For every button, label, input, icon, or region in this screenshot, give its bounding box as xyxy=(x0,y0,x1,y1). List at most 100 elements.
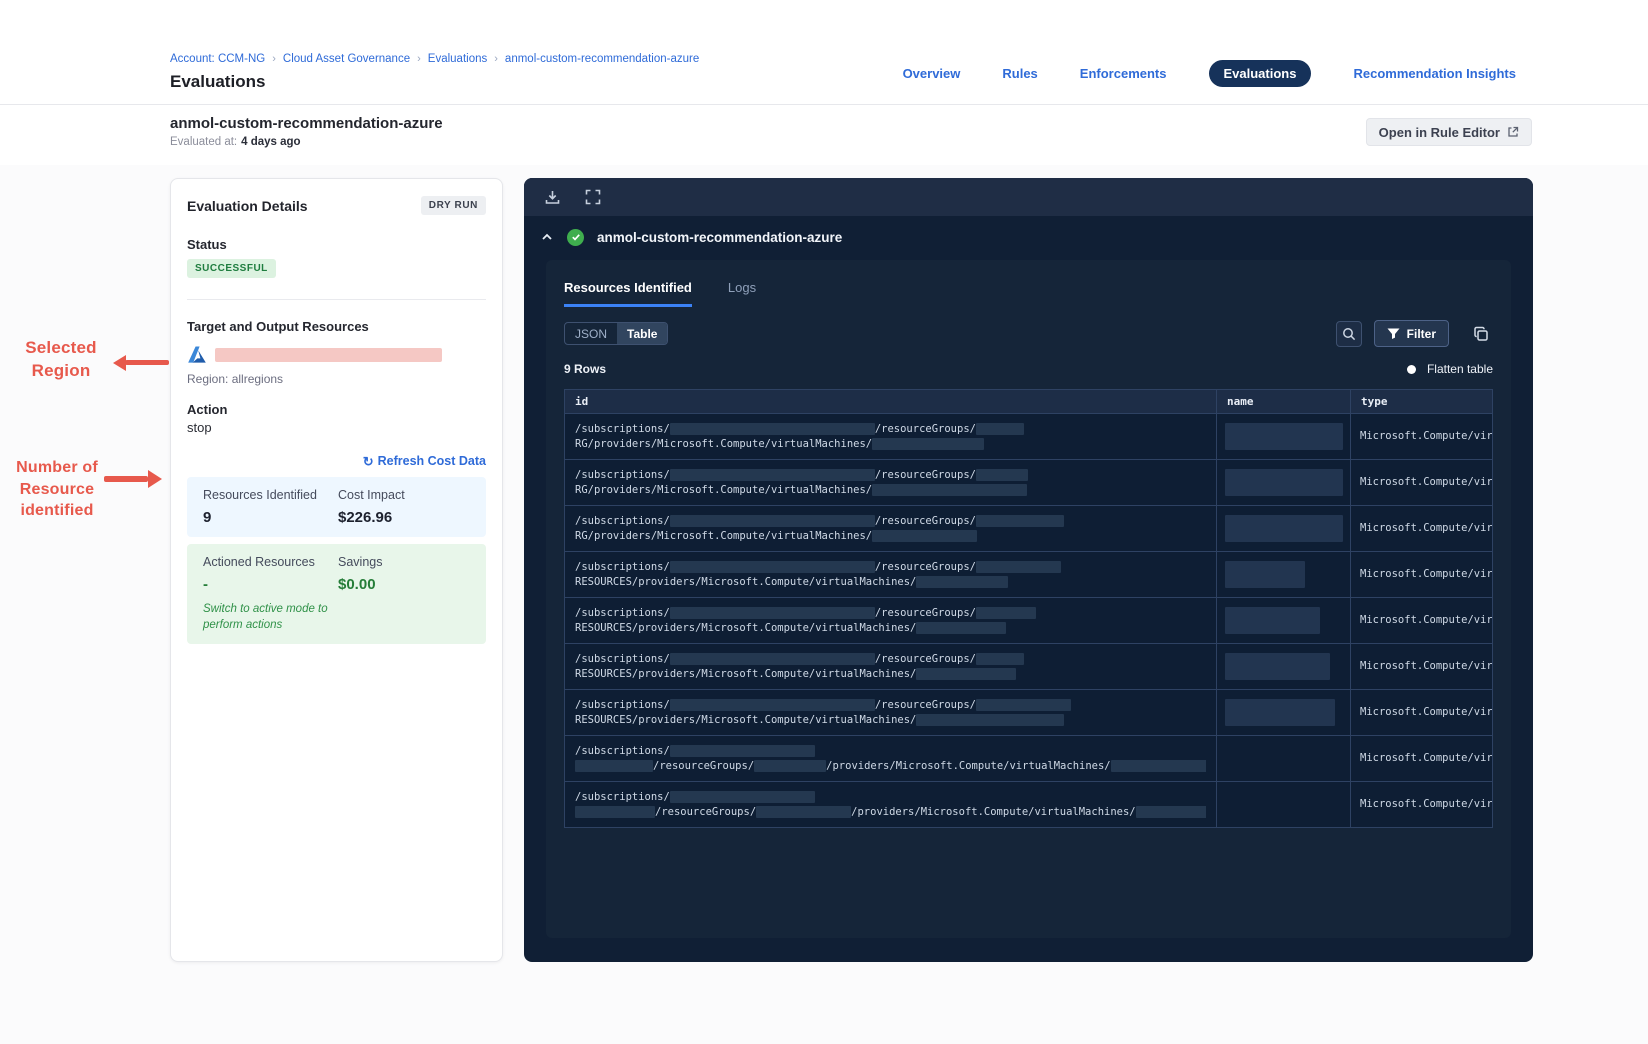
cost-impact-value: $226.96 xyxy=(338,509,393,526)
dry-run-badge: DRY RUN xyxy=(420,196,486,215)
annotation-selected-region: Selected Region xyxy=(25,338,97,380)
cell-type: Microsoft.Compute/virtu xyxy=(1360,798,1492,810)
results-inner-panel: Resources Identified Logs JSON Table Fil… xyxy=(546,260,1511,938)
view-toggle-json[interactable]: JSON xyxy=(565,323,617,344)
breadcrumb: Account: CCM-NG › Cloud Asset Governance › E… xyxy=(170,53,699,65)
redacted-text xyxy=(1135,805,1206,818)
download-icon[interactable] xyxy=(544,189,561,206)
cell-type: Microsoft.Compute/virtu xyxy=(1360,660,1492,672)
table-header: id name type xyxy=(565,390,1492,413)
cell-type: Microsoft.Compute/virtu xyxy=(1360,476,1492,488)
evaluated-at: Evaluated at: 4 days ago xyxy=(170,136,301,148)
tab-recommendation-insights[interactable]: Recommendation Insights xyxy=(1353,66,1516,81)
results-table-body: /subscriptions//resourceGroups/RG/provid… xyxy=(565,413,1492,827)
results-tabs: Resources Identified Logs xyxy=(564,260,1493,307)
cell-type: Microsoft.Compute/virtu xyxy=(1360,522,1492,534)
redacted-text xyxy=(756,805,852,818)
cell-name xyxy=(1217,552,1351,597)
cell-id: /subscriptions//resourceGroups/RESOURCES… xyxy=(565,598,1217,643)
redacted-text xyxy=(872,483,1028,496)
flatten-table-label: Flatten table xyxy=(1426,362,1493,376)
breadcrumb-separator: › xyxy=(272,53,276,65)
redacted-name xyxy=(1225,607,1320,634)
table-row: /subscriptions//resourceGroups/RESOURCES… xyxy=(565,551,1492,597)
redacted-text xyxy=(575,805,655,818)
table-row: /subscriptions//resourceGroups/RG/provid… xyxy=(565,505,1492,551)
table-row: /subscriptions//resourceGroups/RESOURCES… xyxy=(565,643,1492,689)
cell-name xyxy=(1217,736,1351,781)
redacted-text xyxy=(975,469,1028,481)
view-toggle: JSON Table xyxy=(564,322,669,345)
tab-overview[interactable]: Overview xyxy=(903,66,961,81)
redacted-text xyxy=(669,423,875,435)
header-divider xyxy=(0,104,1648,105)
redacted-text xyxy=(975,699,1071,711)
savings-value: $0.00 xyxy=(338,576,376,593)
redacted-text xyxy=(669,699,875,711)
breadcrumb-evaluations[interactable]: Evaluations xyxy=(428,53,487,65)
cell-id: /subscriptions//resourceGroups//provider… xyxy=(565,782,1217,827)
tab-logs[interactable]: Logs xyxy=(728,280,756,307)
column-header-type: type xyxy=(1361,395,1388,408)
search-button[interactable] xyxy=(1335,320,1362,347)
redacted-text xyxy=(916,621,1007,634)
target-resources-label: Target and Output Resources xyxy=(187,319,369,334)
subscription-redacted-bar xyxy=(215,348,442,362)
open-rule-editor-button[interactable]: Open in Rule Editor xyxy=(1365,118,1532,146)
redacted-name xyxy=(1225,699,1335,726)
redacted-text xyxy=(916,713,1065,726)
filter-button[interactable]: Filter xyxy=(1373,320,1449,347)
view-toggle-table[interactable]: Table xyxy=(617,323,668,344)
cell-name xyxy=(1217,644,1351,689)
azure-icon xyxy=(187,345,207,365)
redacted-text xyxy=(872,437,985,450)
breadcrumb-governance[interactable]: Cloud Asset Governance xyxy=(283,53,410,65)
cell-name xyxy=(1217,782,1351,827)
breadcrumb-account[interactable]: Account: CCM-NG xyxy=(170,53,265,65)
region-value: Region: allregions xyxy=(187,372,284,386)
cell-type: Microsoft.Compute/virtu xyxy=(1360,568,1492,580)
table-row: /subscriptions//resourceGroups/RG/provid… xyxy=(565,459,1492,505)
tab-enforcements[interactable]: Enforcements xyxy=(1080,66,1167,81)
tab-rules[interactable]: Rules xyxy=(1002,66,1037,81)
resources-identified-value: 9 xyxy=(203,509,212,526)
breadcrumb-rule-name[interactable]: anmol-custom-recommendation-azure xyxy=(505,53,699,65)
evaluation-title: anmol-custom-recommendation-azure xyxy=(170,115,443,132)
evaluated-at-value: 4 days ago xyxy=(241,136,301,148)
collapse-chevron-icon[interactable] xyxy=(540,230,554,244)
tab-resources-identified[interactable]: Resources Identified xyxy=(564,280,692,307)
external-link-icon xyxy=(1507,126,1519,138)
actioned-savings-box: Actioned Resources - Savings $0.00 Switc… xyxy=(187,544,486,645)
redacted-text xyxy=(975,561,1061,573)
cell-id: /subscriptions//resourceGroups/RESOURCES… xyxy=(565,644,1217,689)
resources-table: id name type /subscriptions//resourceGro… xyxy=(564,389,1493,828)
redacted-name xyxy=(1225,561,1305,588)
action-value: stop xyxy=(187,420,212,435)
breadcrumb-separator: › xyxy=(417,53,421,65)
table-row: /subscriptions//resourceGroups/RESOURCES… xyxy=(565,597,1492,643)
fullscreen-icon[interactable] xyxy=(585,189,601,205)
refresh-cost-data-label: Refresh Cost Data xyxy=(377,454,486,468)
redacted-text xyxy=(669,791,815,803)
copy-button[interactable] xyxy=(1469,322,1493,346)
redacted-text xyxy=(975,515,1064,527)
redacted-text xyxy=(669,515,875,527)
cell-name xyxy=(1217,506,1351,551)
tab-evaluations[interactable]: Evaluations xyxy=(1208,60,1312,87)
redacted-name xyxy=(1225,653,1330,680)
panel-evaluation-title: anmol-custom-recommendation-azure xyxy=(597,229,843,245)
status-label: Status xyxy=(187,237,227,252)
flatten-table-toggle[interactable]: Flatten table xyxy=(1406,362,1493,376)
redacted-text xyxy=(975,653,1024,665)
refresh-cost-data-link[interactable]: ↻ Refresh Cost Data xyxy=(363,454,486,469)
redacted-text xyxy=(669,745,815,757)
redacted-text xyxy=(975,423,1024,435)
cell-type: Microsoft.Compute/virtu xyxy=(1360,614,1492,626)
column-header-name: name xyxy=(1217,390,1351,413)
search-icon xyxy=(1342,327,1356,341)
cell-id: /subscriptions//resourceGroups/RESOURCES… xyxy=(565,552,1217,597)
top-nav: Overview Rules Enforcements Evaluations … xyxy=(903,60,1516,87)
copy-icon xyxy=(1473,326,1489,342)
resources-identified-label: Resources Identified xyxy=(203,488,317,502)
redacted-text xyxy=(872,529,978,542)
